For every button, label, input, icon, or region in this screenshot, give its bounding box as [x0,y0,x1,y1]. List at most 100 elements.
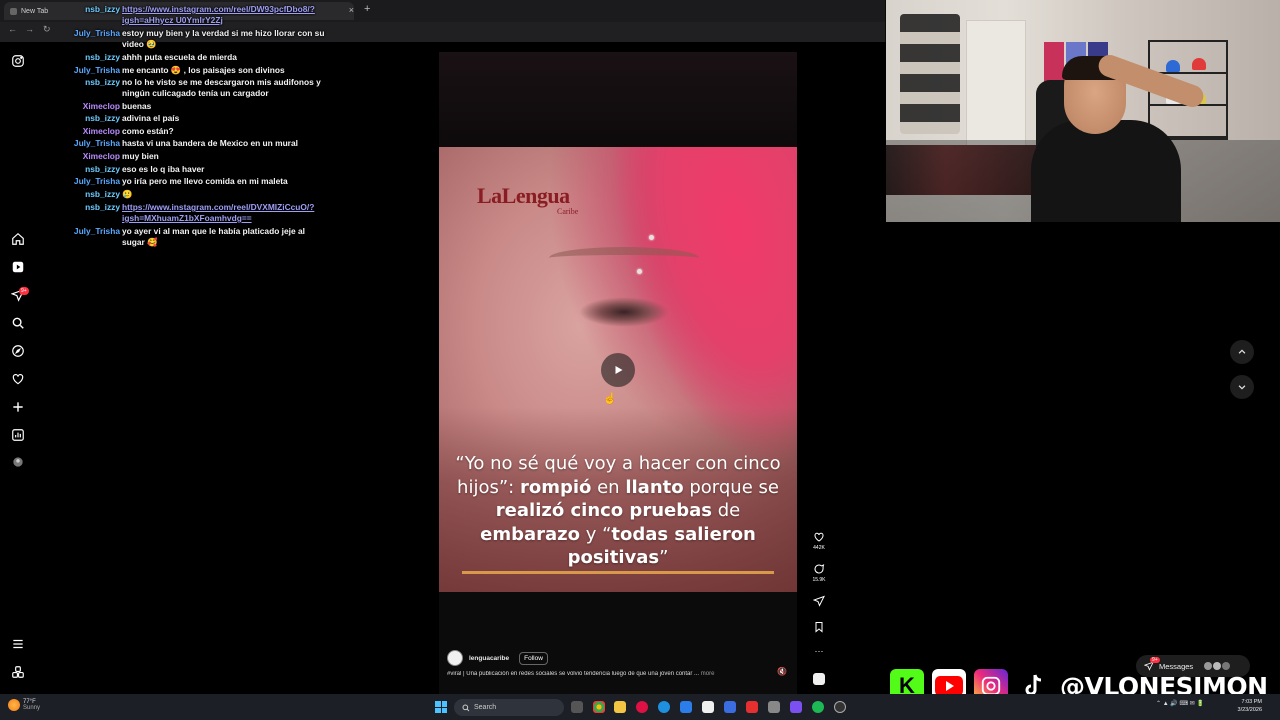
reload-icon[interactable]: ↻ [43,24,51,35]
hat-shelf-art [900,14,960,134]
home-icon[interactable] [10,231,26,247]
obs-icon[interactable] [834,701,846,713]
taskbar-clock[interactable]: 7:03 PM 3/23/2026 [1226,698,1262,714]
instagram-sidebar [0,42,36,694]
system-tray[interactable]: ⌃ ▲ 🔊 ⌨ ✉ 🔋 [1156,700,1204,707]
stream-background [886,222,1280,694]
door-art [966,20,1026,150]
author-name[interactable]: lenguacaribe [469,655,509,662]
edge-icon[interactable] [658,701,670,713]
poster-art [1044,42,1064,84]
chat-text: ahhh puta escuela de mierda [122,52,237,62]
caption-segment: en [591,476,626,498]
menu-icon[interactable] [10,636,26,652]
chat-username: July_Trisha [73,176,120,186]
chat-username: nsb_izzy [85,52,120,62]
chat-message: nsb_izzy https://www.instagram.com/reel/… [60,4,360,26]
comment-button[interactable]: 15.9K [811,563,827,583]
caption-segment: de [711,500,741,521]
chat-text: yo iría pero me llevo comida en mi malet… [122,176,288,186]
chat-message: July_Trisha me encanto 😍 , los paisajes … [60,65,360,76]
chat-message: nsb_izzy adivina el país [60,113,360,124]
like-button[interactable]: 442K [811,531,827,551]
chat-text: como están? [122,126,174,136]
reels-icon[interactable] [10,259,26,275]
sun-icon [8,699,20,711]
chat-message: Ximeclop buenas [60,101,360,112]
search-icon[interactable] [10,315,26,331]
file-explorer-icon[interactable] [614,701,626,713]
webcam-feed [886,0,1280,222]
caption-segment: llanto [625,476,684,498]
chat-message: July_Trisha estoy muy bien y la verdad s… [60,28,360,50]
chevron-up-icon [1238,349,1246,354]
chat-username: Ximeclop [82,151,120,161]
taskbar-search-placeholder: Search [474,704,497,711]
direct-badge: 9+ [19,287,29,295]
create-icon[interactable] [10,399,26,415]
weather-widget[interactable]: 77°F Sunny [8,699,40,711]
meta-icon[interactable] [10,664,26,680]
taskbar-search[interactable]: Search [454,699,564,716]
reel-description: #viral | Una publicación en redes social… [447,671,767,677]
instagram-logo-icon[interactable] [10,53,26,69]
chat-message: nsb_izzy https://www.instagram.com/reel/… [60,202,360,224]
chat-text[interactable]: https://www.instagram.com/reel/DW93pcfDb… [122,4,327,26]
forward-icon[interactable]: → [25,24,34,34]
follow-button[interactable]: Follow [519,651,548,665]
mail-icon[interactable] [680,701,692,713]
chat-text: muy bien [122,151,159,161]
mute-icon[interactable]: 🔇 [777,667,787,676]
dashboard-icon[interactable] [10,427,26,443]
chat-text: yo ayer vi al man que le había platicado… [122,226,305,247]
profile-icon[interactable] [10,454,26,470]
back-icon[interactable]: ← [8,24,17,34]
windows-start-icon[interactable] [435,701,447,713]
spotify-icon[interactable] [812,701,824,713]
chat-text: eso es lo q iba haver [122,164,205,174]
store-icon[interactable] [724,701,736,713]
next-reel-button[interactable] [1230,375,1254,399]
task-view-icon[interactable] [571,701,583,713]
app-icon[interactable] [746,701,758,713]
chevron-down-icon [1238,385,1246,390]
chat-message: nsb_izzy no lo he visto se me descargaro… [60,77,360,99]
chat-username: nsb_izzy [85,189,120,199]
comment-icon [814,564,825,574]
notepad-icon[interactable] [702,701,714,713]
audio-thumbnail[interactable] [811,673,827,685]
caption-segment: embarazo [480,523,580,545]
chat-text[interactable]: https://www.instagram.com/reel/DVXMIZiCc… [122,202,327,224]
caption-underline [462,571,774,574]
author-avatar[interactable] [447,650,463,666]
discord-icon[interactable] [790,701,802,713]
caption-segment: rompió [519,476,592,498]
previous-reel-button[interactable] [1230,340,1254,364]
description-text: #viral | Una publicación en redes social… [447,671,700,677]
chat-username: July_Trisha [73,138,120,148]
save-button[interactable] [811,621,827,635]
share-button[interactable] [811,595,827,609]
chat-message: July_Trisha yo ayer vi al man que le hab… [60,226,360,248]
notifications-icon[interactable] [10,371,26,387]
chat-text: 🥲 [122,189,133,199]
caption-segment: porque se [683,476,779,498]
new-tab-button[interactable]: + [364,3,370,15]
caption-segment: realizó cinco pruebas [495,500,712,521]
reel-logo: LaLengua [477,183,570,208]
chrome-icon[interactable] [593,701,605,713]
explore-icon[interactable] [10,343,26,359]
comment-count: 15.9K [812,577,826,583]
app-icon[interactable] [636,701,648,713]
play-button[interactable] [601,353,635,387]
reel-face-art [549,247,699,269]
clock-date: 3/23/2026 [1237,707,1262,713]
tab-title: New Tab [21,7,49,15]
app-icon[interactable] [768,701,780,713]
more-options-icon[interactable]: ··· [811,646,827,656]
chat-text: hasta vi una bandera de Mexico en un mur… [122,138,298,148]
chat-text: me encanto 😍 , los paisajes son divinos [122,65,285,75]
hand-cursor-icon: ☝ [603,393,617,405]
more-link[interactable]: more [701,671,715,677]
chat-text: estoy muy bien y la verdad si me hizo ll… [122,28,325,49]
